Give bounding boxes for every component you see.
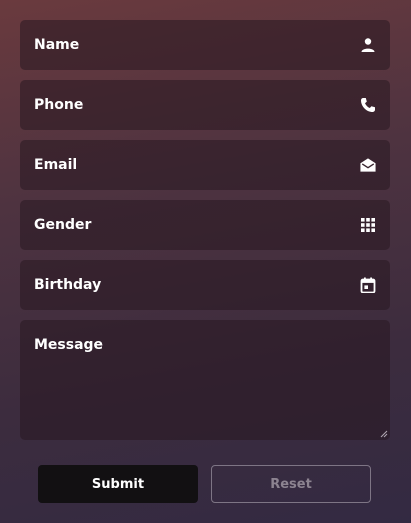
envelope-open-icon: [360, 158, 376, 172]
resize-handle-icon[interactable]: [380, 430, 388, 438]
message-textarea[interactable]: Message: [20, 320, 390, 440]
name-field[interactable]: Name: [20, 20, 390, 70]
phone-icon: [361, 98, 375, 112]
form-actions: Submit Reset: [38, 465, 371, 503]
contact-form: Name Phone Email Gender Birthday Message: [20, 20, 390, 465]
reset-button[interactable]: Reset: [211, 465, 371, 503]
email-placeholder: Email: [34, 157, 78, 173]
calendar-icon: [360, 277, 376, 293]
email-field[interactable]: Email: [20, 140, 390, 190]
phone-field[interactable]: Phone: [20, 80, 390, 130]
submit-button[interactable]: Submit: [38, 465, 198, 503]
person-icon: [361, 38, 375, 52]
birthday-field[interactable]: Birthday: [20, 260, 390, 310]
phone-placeholder: Phone: [34, 97, 84, 113]
name-placeholder: Name: [34, 37, 80, 53]
birthday-placeholder: Birthday: [34, 277, 102, 293]
message-placeholder: Message: [34, 337, 104, 353]
grid-icon: [361, 218, 375, 232]
gender-field[interactable]: Gender: [20, 200, 390, 250]
gender-placeholder: Gender: [34, 217, 92, 233]
